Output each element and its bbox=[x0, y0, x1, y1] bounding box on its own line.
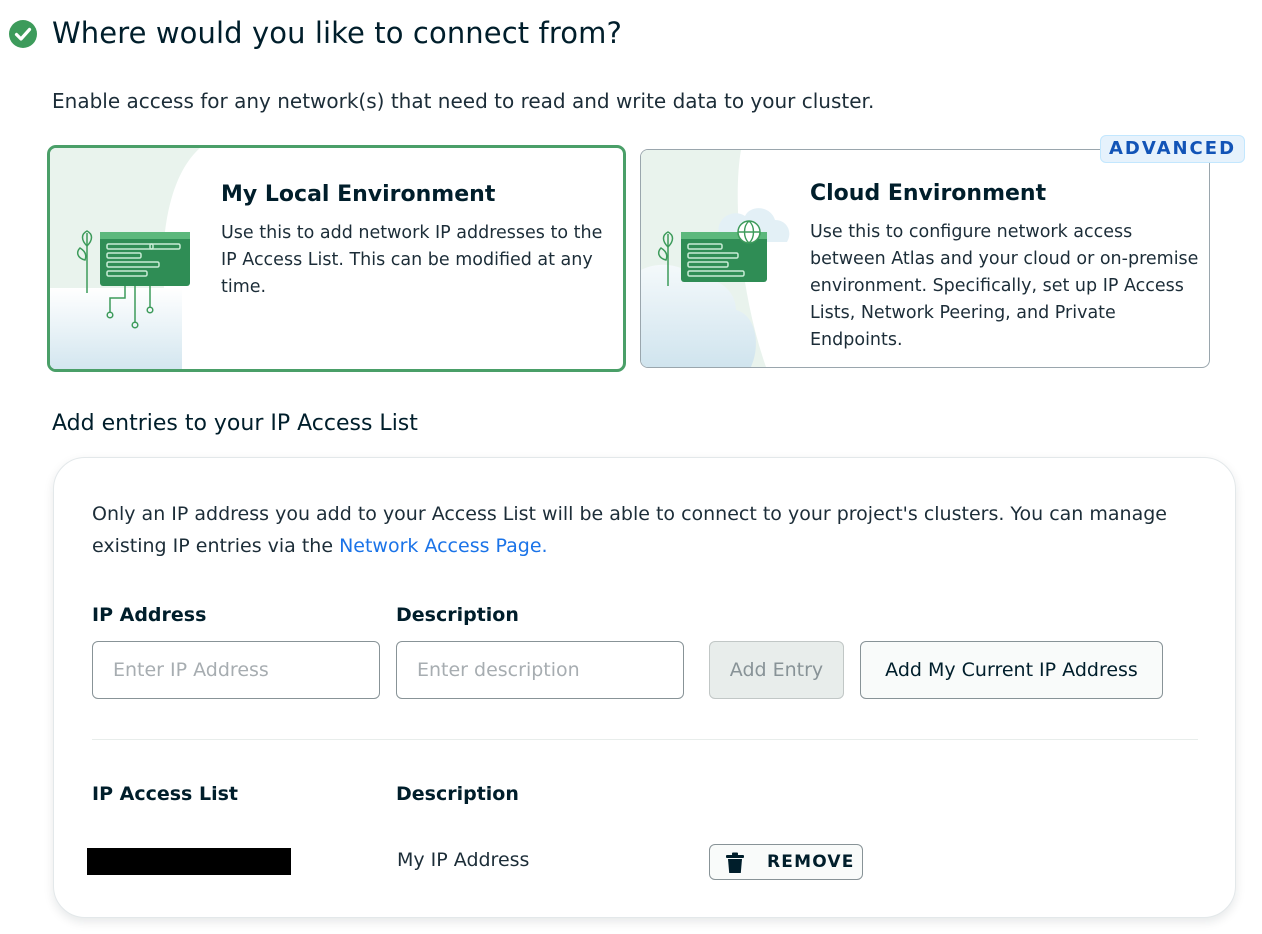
ip-address-input[interactable] bbox=[92, 641, 380, 699]
cloud-environment-illustration bbox=[641, 150, 790, 367]
column-header-ip-access-list: IP Access List bbox=[92, 783, 238, 805]
check-circle-icon bbox=[9, 20, 37, 48]
option-card-title: Cloud Environment bbox=[810, 181, 1047, 206]
row-description: My IP Address bbox=[397, 849, 530, 871]
ip-access-list-panel: Only an IP address you add to your Acces… bbox=[53, 457, 1236, 918]
option-card-cloud-environment[interactable]: Cloud Environment Use this to configure … bbox=[640, 149, 1210, 368]
description-label: Description bbox=[396, 604, 519, 626]
local-environment-illustration bbox=[50, 148, 200, 369]
remove-button[interactable]: REMOVE bbox=[709, 844, 863, 880]
option-card-local-environment[interactable]: My Local Environment Use this to add net… bbox=[47, 145, 626, 372]
option-card-title: My Local Environment bbox=[221, 182, 496, 207]
ip-address-label: IP Address bbox=[92, 604, 207, 626]
column-header-description: Description bbox=[396, 783, 519, 805]
add-current-ip-button[interactable]: Add My Current IP Address bbox=[860, 641, 1163, 699]
remove-button-label: REMOVE bbox=[767, 852, 855, 872]
trash-icon bbox=[726, 852, 744, 873]
redacted-ip-value bbox=[87, 848, 291, 875]
option-card-description: Use this to add network IP addresses to … bbox=[221, 223, 603, 297]
page-subtitle: Enable access for any network(s) that ne… bbox=[52, 89, 875, 113]
option-card-description: Use this to configure network access bet… bbox=[810, 222, 1199, 350]
advanced-badge: ADVANCED bbox=[1100, 135, 1245, 163]
info-text-body: Only an IP address you add to your Acces… bbox=[92, 503, 1167, 557]
page-title: Where would you like to connect from? bbox=[52, 16, 622, 50]
info-text: Only an IP address you add to your Acces… bbox=[92, 498, 1212, 562]
section-heading: Add entries to your IP Access List bbox=[52, 411, 418, 436]
network-access-page-link[interactable]: Network Access Page. bbox=[339, 535, 548, 557]
description-input[interactable] bbox=[396, 641, 684, 699]
divider bbox=[92, 739, 1198, 740]
add-entry-button[interactable]: Add Entry bbox=[709, 641, 844, 699]
